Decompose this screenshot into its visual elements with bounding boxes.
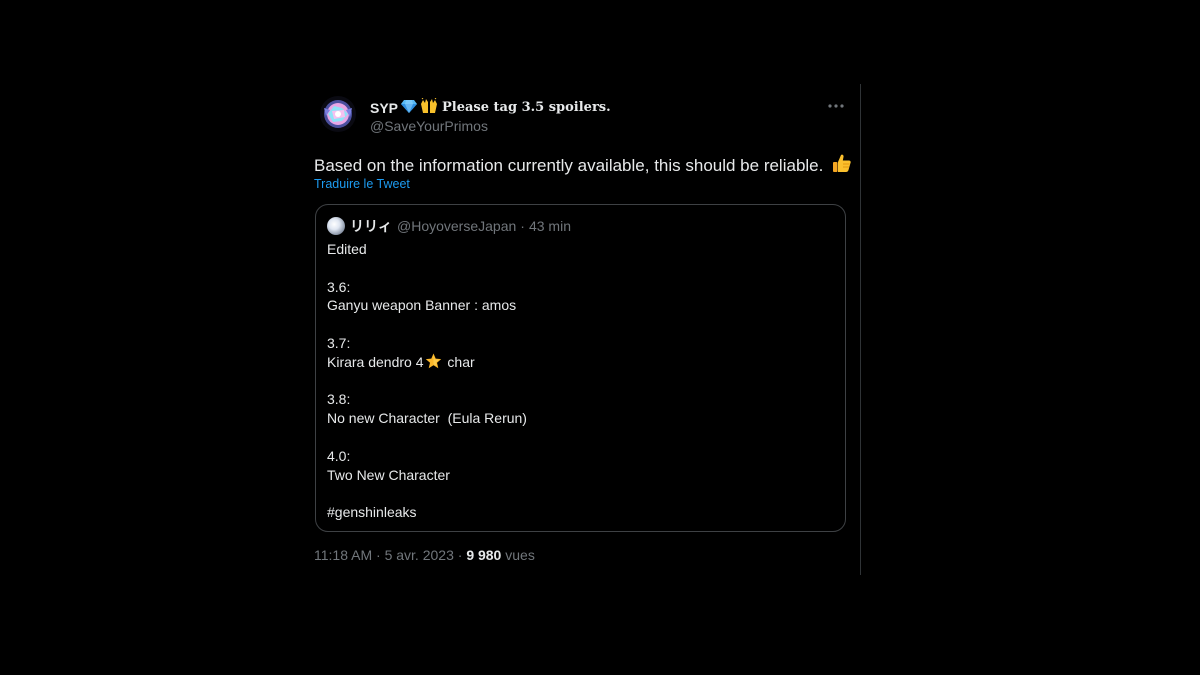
translate-tweet-link[interactable]: Traduire le Tweet (314, 177, 410, 191)
quoted-blank-line (327, 372, 527, 391)
quoted-author-avatar[interactable] (327, 217, 345, 235)
quoted-author-handle[interactable]: @HoyoverseJapan (397, 218, 516, 234)
quoted-tweet[interactable]: リリィ @HoyoverseJapan · 43 min Edited 3.6:… (315, 204, 846, 532)
avatar-artwork (320, 96, 356, 132)
quoted-line: 4.0: (327, 447, 351, 464)
quoted-line-with-star: Kirara dendro 4 char (327, 353, 527, 372)
quoted-line: Two New Character (327, 466, 450, 483)
tweet-text-content: Based on the information currently avail… (314, 156, 824, 175)
views-label: vues (505, 547, 535, 563)
author-avatar[interactable] (320, 96, 356, 132)
hashtag-link[interactable]: #genshinleaks (327, 503, 527, 522)
quoted-line: No new Character (Eula Rerun) (327, 410, 527, 427)
meta-separator: · (457, 547, 463, 563)
quoted-line: 3.6: (327, 278, 351, 295)
quoted-tweet-body: Edited 3.6: Ganyu weapon Banner : amos 3… (327, 240, 527, 522)
quoted-line: 3.8: (327, 391, 351, 408)
author-name: SYP (370, 99, 399, 116)
quoted-line: 3.7: (327, 334, 351, 351)
author-tagline: Please tag 3.5 spoilers. (442, 100, 611, 115)
quoted-line-part: char (443, 353, 475, 370)
star-icon (425, 353, 442, 374)
quoted-header-separator: · (520, 218, 525, 234)
gem-icon (401, 99, 418, 116)
quoted-line: Edited (327, 241, 367, 257)
tweet-text: Based on the information currently avail… (314, 153, 852, 178)
quoted-tweet-header: リリィ @HoyoverseJapan · 43 min (327, 216, 571, 236)
views-count: 9 980 (466, 547, 502, 563)
quoted-blank-line (327, 315, 527, 334)
quoted-blank-line (327, 259, 527, 278)
meta-separator: · (376, 547, 381, 563)
quoted-author-name[interactable]: リリィ (350, 216, 392, 236)
author-handle[interactable]: @SaveYourPrimos (370, 118, 488, 134)
more-dots-icon (828, 104, 844, 108)
tweet-date[interactable]: 5 avr. 2023 (385, 547, 454, 563)
author-display-name[interactable]: SYP Please tag 3.5 spoilers. (370, 97, 611, 117)
tweet-card: SYP Please tag 3.5 spoilers. @SaveYourPr… (300, 84, 861, 575)
screenshot-canvas: SYP Please tag 3.5 spoilers. @SaveYourPr… (0, 0, 1200, 675)
quoted-tweet-time[interactable]: 43 min (529, 218, 571, 234)
quoted-blank-line (327, 428, 527, 447)
thumbs-up-icon (832, 153, 852, 178)
quoted-line-part: Kirara dendro 4 (327, 353, 424, 370)
quoted-line: Ganyu weapon Banner : amos (327, 297, 517, 314)
quoted-blank-line (327, 484, 527, 503)
raising-hands-icon (420, 97, 438, 117)
more-options-button[interactable] (824, 96, 848, 116)
tweet-time[interactable]: 11:18 AM (314, 547, 372, 563)
tweet-metadata: 11:18 AM · 5 avr. 2023 · 9 980 vues (314, 547, 535, 563)
